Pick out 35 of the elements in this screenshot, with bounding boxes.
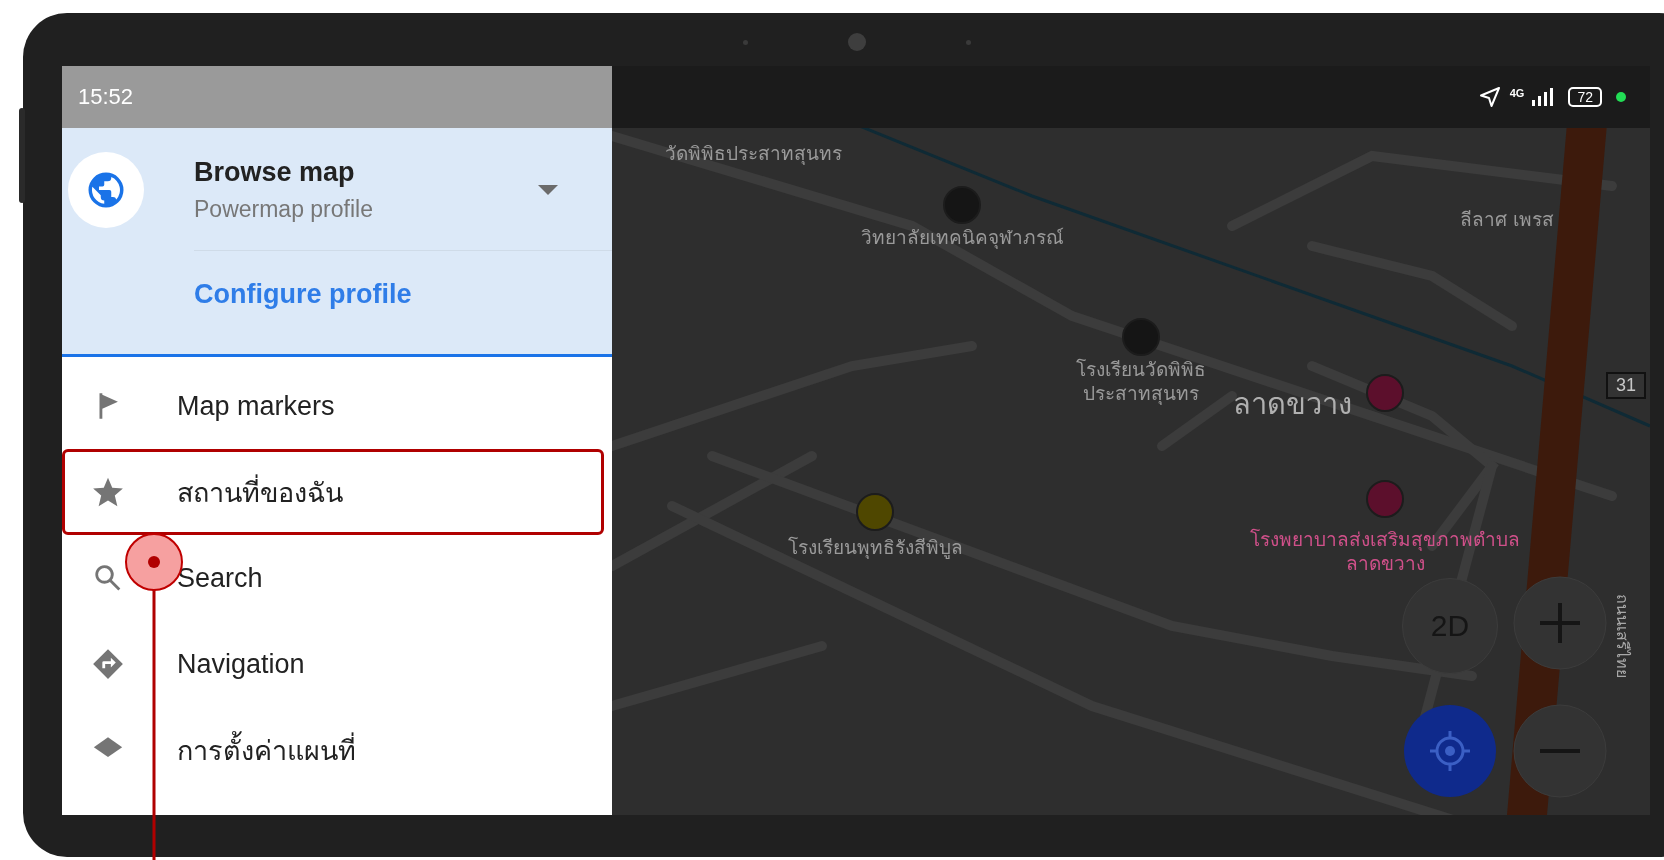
- dropdown-caret-icon[interactable]: [538, 185, 558, 195]
- profile-subtitle: Powermap profile: [194, 196, 374, 223]
- place-label: วิทยาลัยเทคนิคจุฬาภรณ์: [859, 226, 1065, 250]
- map-pin[interactable]: [856, 493, 894, 531]
- map-pin[interactable]: [1122, 318, 1160, 356]
- camera-lens: [848, 33, 866, 51]
- menu-item[interactable]: Search: [62, 535, 604, 621]
- map-pin[interactable]: [1366, 374, 1404, 412]
- place-label: โรงพยาบาลส่งเสริมสุขภาพตำบลลาดขวาง: [1249, 528, 1521, 576]
- place-label: โรงเรียนวัดพิพิธประสาทสุนทร: [1075, 358, 1207, 406]
- status-time: 15:52: [78, 84, 134, 110]
- menu-item[interactable]: การตั้งค่าแผนที่: [62, 707, 604, 793]
- sensor-dot: [966, 39, 971, 45]
- map-pin[interactable]: [1366, 480, 1404, 518]
- menu-item[interactable]: Navigation: [62, 621, 604, 707]
- profile-title: Browse map: [194, 157, 356, 188]
- place-label: โรงเรียนพุทธิรังสีพิบูล: [786, 536, 964, 560]
- road-label: ถนนเสรีไทย: [1613, 593, 1632, 680]
- sensor-dot: [743, 39, 748, 45]
- place-label: ลีลาศ เพรส: [1459, 208, 1555, 232]
- location-arrow-icon: [1477, 85, 1502, 109]
- road-number-sign: 31: [1606, 372, 1646, 399]
- map-pin[interactable]: [943, 186, 981, 224]
- my-location-icon[interactable]: [1402, 703, 1498, 799]
- place-label: วัดพิพิธประสาทสุนทร: [663, 142, 843, 166]
- signal-icon: [1532, 88, 1555, 106]
- battery-level: 72: [1568, 87, 1602, 107]
- indicator-dot: [1616, 92, 1626, 102]
- menu-item[interactable]: สถานที่ของฉัน: [62, 449, 604, 535]
- area-label: ลาดขวาง: [1232, 387, 1352, 422]
- zoom-in-icon[interactable]: [1512, 575, 1608, 671]
- zoom-out-icon[interactable]: [1512, 703, 1608, 799]
- network-type: 4G: [1509, 87, 1525, 99]
- turn-sign-icon: [91, 647, 125, 681]
- menu-item[interactable]: Map markers: [62, 363, 604, 449]
